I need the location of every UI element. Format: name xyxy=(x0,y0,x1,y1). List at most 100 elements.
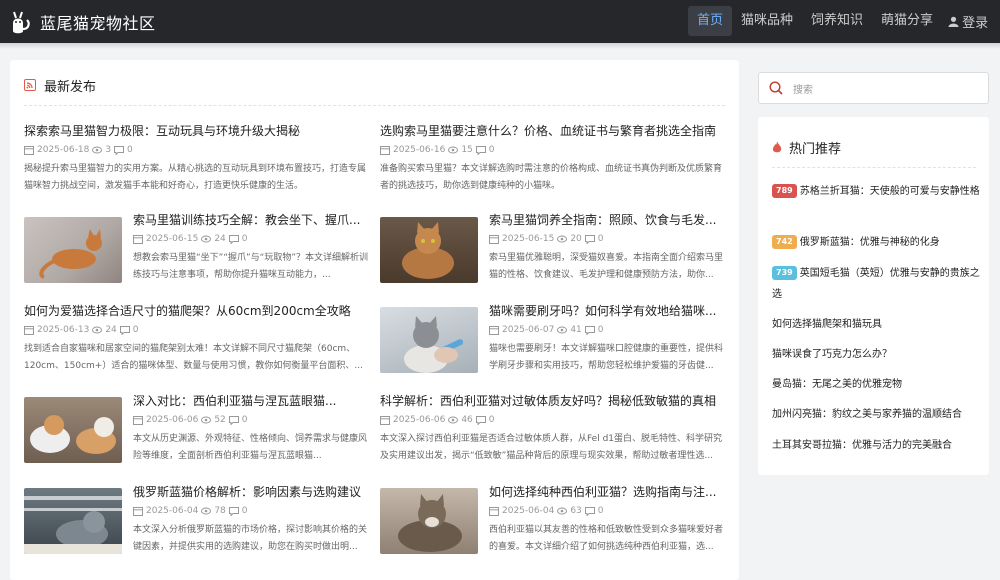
hot-item-text: 曼岛猫：无尾之美的优雅宠物 xyxy=(772,379,902,390)
article-meta: 2025-06-13 24 0 xyxy=(24,324,369,336)
article-title[interactable]: 科学解析：西伯利亚猫对过敏体质友好吗？揭秘低致敏猫的真相 xyxy=(380,393,725,409)
article-date: 2025-06-06 xyxy=(393,415,446,425)
login-label: 登录 xyxy=(962,15,989,31)
article-title[interactable]: 如何选择纯种西伯利亚猫？选购指南与注... xyxy=(489,484,725,500)
article-summary: 准备购买索马里猫？本文详解选购时需注意的价格构成、血统证书真伪判断及优质繁育者的… xyxy=(380,164,723,191)
eye-icon xyxy=(448,416,459,424)
article-meta: 2025-06-07 41 0 xyxy=(489,324,725,336)
comment-count: 0 xyxy=(488,145,495,155)
view-count: 20 xyxy=(570,234,582,244)
hot-item[interactable]: 加州闪亮猫：豹纹之美与家养猫的温顺结合 xyxy=(772,404,982,425)
hot-recommend-panel: 热门推荐 789 苏格兰折耳猫：天使般的可爱与安静性格 742 俄罗斯蓝猫：优雅与神… xyxy=(758,117,989,475)
article-title[interactable]: 选购索马里猫要注意什么？价格、血统证书与繁育者挑选全指南 xyxy=(380,123,725,139)
article-summary: 索马里猫优雅聪明，深受猫奴喜爱。本指南全面介绍索马里猫的性格、饮食建议、毛发护理… xyxy=(489,253,724,280)
cat-logo-icon xyxy=(13,11,30,34)
hot-item[interactable]: 789 苏格兰折耳猫：天使般的可爱与安静性格 xyxy=(772,181,982,202)
view-count: 15 xyxy=(461,145,473,155)
article-date: 2025-06-04 xyxy=(146,506,199,516)
article-date: 2025-06-07 xyxy=(502,325,555,335)
hot-item[interactable]: 742 俄罗斯蓝猫：优雅与神秘的化身 xyxy=(772,232,982,253)
article-meta: 2025-06-15 24 0 xyxy=(133,233,369,245)
calendar-icon xyxy=(489,235,499,244)
article-card[interactable]: 选购索马里猫要注意什么？价格、血统证书与繁育者挑选全指南 2025-06-16 … xyxy=(380,123,725,195)
article-card[interactable]: 猫咪需要刷牙吗？如何科学有效地给猫咪... 2025-06-07 41 0 猫咪… xyxy=(380,303,725,375)
article-summary: 本文深入探讨西伯利亚猫是否适合过敏体质人群，从Fel d1蛋白、脱毛特性、科学研… xyxy=(380,434,723,461)
site-title: 蓝尾猫宠物社区 xyxy=(40,14,156,33)
article-date: 2025-06-04 xyxy=(502,506,555,516)
article-title[interactable]: 深入对比：西伯利亚猫与涅瓦蓝眼猫... xyxy=(133,393,369,409)
article-summary: 西伯利亚猫以其友善的性格和低致敏性受到众多猫咪爱好者的喜爱。本文详细介绍了如何挑… xyxy=(489,525,724,552)
eye-icon xyxy=(201,507,212,515)
comment-icon xyxy=(584,506,595,516)
article-summary: 想教会索马里猫“坐下”“握爪”与“玩取物”？本文详细解析训练技巧与注意事项，帮助… xyxy=(133,253,368,280)
hot-item[interactable]: 739 英国短毛猫（英短）优雅与安静的贵族之选 xyxy=(772,263,982,305)
article-card[interactable]: 索马里猫训练技巧全解：教会坐下、握爪... 2025-06-15 24 0 想教… xyxy=(24,212,369,284)
main-nav: 首页 猫咪品种 饲养知识 萌猫分享 登录 xyxy=(688,6,994,36)
article-card[interactable]: 科学解析：西伯利亚猫对过敏体质友好吗？揭秘低致敏猫的真相 2025-06-06 … xyxy=(380,393,725,465)
brand[interactable]: 蓝尾猫宠物社区 xyxy=(10,7,156,37)
comment-count: 0 xyxy=(488,415,495,425)
article-title[interactable]: 探索索马里猫智力极限：互动玩具与环境升级大揭秘 xyxy=(24,123,369,139)
search-box[interactable]: 搜索 xyxy=(758,72,989,104)
article-title[interactable]: 索马里猫饲养全指南：照顾、饮食与毛发... xyxy=(489,212,725,228)
hot-item[interactable]: 猫咪误食了巧克力怎么办？ xyxy=(772,344,982,365)
hot-item[interactable]: 曼岛猫：无尾之美的优雅宠物 xyxy=(772,374,982,395)
calendar-icon xyxy=(133,235,143,244)
comment-icon xyxy=(475,415,486,425)
calendar-icon xyxy=(489,507,499,516)
rss-icon xyxy=(24,79,36,91)
article-card[interactable]: 如何选择纯种西伯利亚猫？选购指南与注... 2025-06-04 63 0 西伯… xyxy=(380,484,725,556)
calendar-icon xyxy=(380,146,390,155)
rank-badge: 739 xyxy=(772,266,797,280)
comment-count: 0 xyxy=(597,234,604,244)
article-date: 2025-06-15 xyxy=(146,234,199,244)
article-date: 2025-06-13 xyxy=(37,325,90,335)
view-count: 46 xyxy=(461,415,473,425)
login-button[interactable]: 登录 xyxy=(942,12,994,31)
nav-home[interactable]: 首页 xyxy=(688,6,733,36)
article-card[interactable]: 如何为爱猫选择合适尺寸的猫爬架？从60cm到200cm全攻略 2025-06-1… xyxy=(24,303,369,375)
hot-title: 热门推荐 xyxy=(789,142,842,157)
view-count: 63 xyxy=(570,506,582,516)
eye-icon xyxy=(448,146,459,154)
calendar-icon xyxy=(24,326,34,335)
article-title[interactable]: 俄罗斯蓝猫价格解析：影响因素与选购建议 xyxy=(133,484,369,500)
nav-share[interactable]: 萌猫分享 xyxy=(872,6,942,36)
article-date: 2025-06-18 xyxy=(37,145,90,155)
comment-icon xyxy=(228,234,239,244)
article-card[interactable]: 探索索马里猫智力极限：互动玩具与环境升级大揭秘 2025-06-18 3 0 揭… xyxy=(24,123,369,195)
comment-icon xyxy=(228,415,239,425)
article-summary: 猫咪也需要刷牙！本文详解猫咪口腔健康的重要性，提供科学刷牙步骤和实用技巧，帮助您… xyxy=(489,344,724,371)
section-divider xyxy=(24,105,725,106)
nav-breeds[interactable]: 猫咪品种 xyxy=(732,6,802,36)
nav-knowledge[interactable]: 饲养知识 xyxy=(802,6,872,36)
comment-count: 0 xyxy=(597,506,604,516)
hot-item-text: 猫咪误食了巧克力怎么办？ xyxy=(772,349,892,360)
article-summary: 本文从历史渊源、外观特征、性格倾向、饲养需求与健康风险等维度，全面剖析西伯利亚猫… xyxy=(133,434,368,461)
article-meta: 2025-06-18 3 0 xyxy=(24,144,369,156)
article-card[interactable]: 俄罗斯蓝猫价格解析：影响因素与选购建议 2025-06-04 78 0 本文深入… xyxy=(24,484,369,556)
article-card[interactable]: 深入对比：西伯利亚猫与涅瓦蓝眼猫... 2025-06-06 52 0 本文从历… xyxy=(24,393,369,465)
comment-icon xyxy=(119,325,130,335)
article-title[interactable]: 索马里猫训练技巧全解：教会坐下、握爪... xyxy=(133,212,369,228)
view-count: 24 xyxy=(105,325,117,335)
search-placeholder: 搜索 xyxy=(793,84,813,96)
hot-item[interactable]: 如何选择猫爬架和猫玩具 xyxy=(772,314,982,335)
view-count: 41 xyxy=(570,325,582,335)
eye-icon xyxy=(92,326,103,334)
calendar-icon xyxy=(133,507,143,516)
article-summary: 找到适合自家猫咪和居家空间的猫爬架别太难！本文详解不同尺寸猫爬架（60cm、12… xyxy=(24,344,363,371)
fire-icon xyxy=(772,141,782,153)
article-meta: 2025-06-15 20 0 xyxy=(489,233,725,245)
article-card[interactable]: 索马里猫饲养全指南：照顾、饮食与毛发... 2025-06-15 20 0 索马… xyxy=(380,212,725,284)
view-count: 78 xyxy=(214,506,226,516)
navbar-shadow xyxy=(0,43,1000,49)
comment-icon xyxy=(584,234,595,244)
article-summary: 揭秘提升索马里猫智力的实用方案。从精心挑选的互动玩具到环境布置技巧，打造专属猫咪… xyxy=(24,164,367,191)
article-title[interactable]: 猫咪需要刷牙吗？如何科学有效地给猫咪... xyxy=(489,303,725,319)
eye-icon xyxy=(557,507,568,515)
eye-icon xyxy=(201,235,212,243)
hot-item[interactable]: 土耳其安哥拉猫：优雅与活力的完美融合 xyxy=(772,435,982,456)
comment-count: 0 xyxy=(241,234,248,244)
article-title[interactable]: 如何为爱猫选择合适尺寸的猫爬架？从60cm到200cm全攻略 xyxy=(24,303,369,319)
